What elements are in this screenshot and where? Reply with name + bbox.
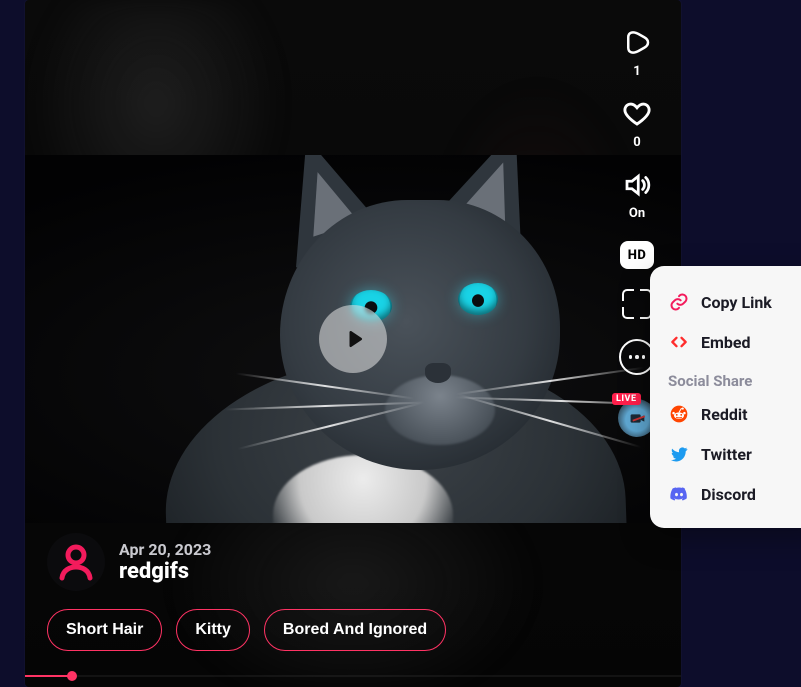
hd-label: HD <box>628 248 647 263</box>
discord-label: Discord <box>701 485 756 504</box>
twitter-label: Twitter <box>701 445 752 464</box>
discord-option[interactable]: Discord <box>664 474 801 514</box>
video-card: 1 0 On HD <box>25 0 681 687</box>
speaker-icon <box>622 170 652 200</box>
live-label: LIVE <box>612 393 641 405</box>
link-icon <box>668 291 690 313</box>
play-icon <box>344 328 366 350</box>
reddit-option[interactable]: Reddit <box>664 394 801 434</box>
hd-chip: HD <box>620 241 654 269</box>
heart-icon <box>622 99 652 129</box>
sound-state: On <box>629 206 645 221</box>
fullscreen-icon <box>622 289 652 319</box>
reddit-label: Reddit <box>701 405 748 424</box>
progress-track <box>25 675 681 677</box>
like-button[interactable]: 0 <box>622 99 652 150</box>
share-menu: Copy Link Embed Social Share Reddit Twit… <box>650 266 801 528</box>
embed-label: Embed <box>701 333 751 352</box>
plays-count: 1 <box>633 64 640 79</box>
progress-bar[interactable] <box>25 663 681 687</box>
camera-icon <box>626 407 648 429</box>
post-date: Apr 20, 2023 <box>119 540 211 559</box>
embed-option[interactable]: Embed <box>664 322 801 362</box>
avatar[interactable] <box>47 533 105 591</box>
code-icon <box>668 331 690 353</box>
social-share-heading: Social Share <box>664 362 801 394</box>
tag-chip[interactable]: Kitty <box>176 609 250 651</box>
like-count: 0 <box>633 135 640 150</box>
play-button[interactable] <box>319 305 387 373</box>
twitter-icon <box>668 443 690 465</box>
author-username[interactable]: redgifs <box>119 559 211 584</box>
twitter-option[interactable]: Twitter <box>664 434 801 474</box>
user-icon <box>56 542 96 582</box>
discord-icon <box>668 483 690 505</box>
sound-button[interactable]: On <box>622 170 652 221</box>
fullscreen-button[interactable] <box>622 289 652 319</box>
tag-chip[interactable]: Short Hair <box>47 609 162 651</box>
copy-link-label: Copy Link <box>701 293 772 312</box>
copy-link-option[interactable]: Copy Link <box>664 282 801 322</box>
progress-thumb[interactable] <box>67 671 77 681</box>
tag-row: Short Hair Kitty Bored And Ignored <box>47 609 446 651</box>
progress-fill <box>25 675 71 677</box>
play-outline-icon <box>622 28 652 58</box>
quality-button[interactable]: HD <box>620 241 654 269</box>
reddit-icon <box>668 403 690 425</box>
plays-button[interactable]: 1 <box>622 28 652 79</box>
tag-chip[interactable]: Bored And Ignored <box>264 609 446 651</box>
video-frame[interactable] <box>25 155 681 523</box>
author-row: Apr 20, 2023 redgifs <box>47 533 211 591</box>
